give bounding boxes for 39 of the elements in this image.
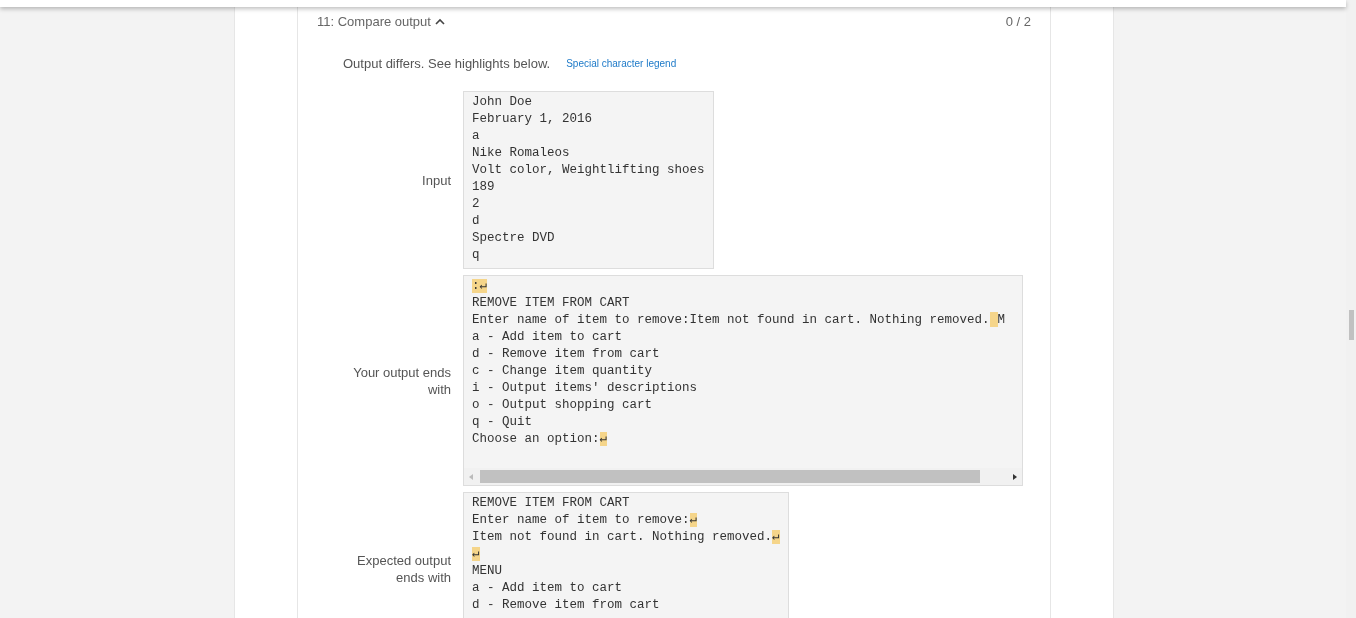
output-text: MENU xyxy=(472,564,502,578)
field-label: Input xyxy=(421,171,451,189)
section-toggle[interactable]: 11: Compare output xyxy=(317,12,445,32)
field-label: Your output ends with xyxy=(352,363,451,398)
output-text: Item not found in cart. Nothing removed. xyxy=(472,530,773,544)
status-message: Output differs. See highlights below. xyxy=(343,54,551,73)
output-text: REMOVE ITEM FROM CART xyxy=(472,496,630,510)
output-text: Choose an option: xyxy=(472,432,600,446)
highlighted-text: ↵ xyxy=(599,432,608,446)
output-text: 189 xyxy=(472,180,495,194)
output-text: Enter name of item to remove: xyxy=(472,513,690,527)
output-text: c - Change item quantity xyxy=(472,364,653,378)
output-text: d - Remove item from cart xyxy=(472,598,660,612)
output-text: d xyxy=(472,214,480,228)
output-text: d - Remove item from cart xyxy=(472,347,660,361)
scrollbar-thumb[interactable] xyxy=(480,470,980,483)
output-text: Volt color, Weightlifting shoes xyxy=(472,163,705,177)
output-text: Spectre DVD xyxy=(472,231,555,245)
output-text: o - Output shopping cart xyxy=(472,398,653,412)
field-label: Expected output ends with xyxy=(356,551,451,586)
output-text: a - Add item to cart xyxy=(472,330,623,344)
highlighted-text: ↵ xyxy=(472,547,480,561)
output-text: q - Quit xyxy=(472,415,532,429)
output-text: a xyxy=(472,129,480,143)
highlighted-text: ↵ xyxy=(772,530,780,544)
output-text: Enter name of item to remove:Item not found in cart. Nothing removed. xyxy=(472,313,990,327)
output-text: John Doe xyxy=(472,95,532,109)
output-text: M xyxy=(997,313,1006,327)
output-text: February 1, 2016 xyxy=(472,112,593,126)
output-text: Nike Romaleos xyxy=(472,146,570,160)
highlighted-text: ↵ xyxy=(689,513,698,527)
score: 0 / 2 xyxy=(1005,13,1031,31)
output-text: a - Add item to cart xyxy=(472,581,623,595)
output-text: i - Output items' descriptions xyxy=(472,381,698,395)
output-text: REMOVE ITEM FROM CART xyxy=(472,296,630,310)
output-text: 2 xyxy=(472,197,480,211)
highlighted-text: :↵ xyxy=(472,279,488,293)
output-text: q xyxy=(472,248,480,262)
legend-link[interactable]: Special character legend xyxy=(566,55,677,71)
